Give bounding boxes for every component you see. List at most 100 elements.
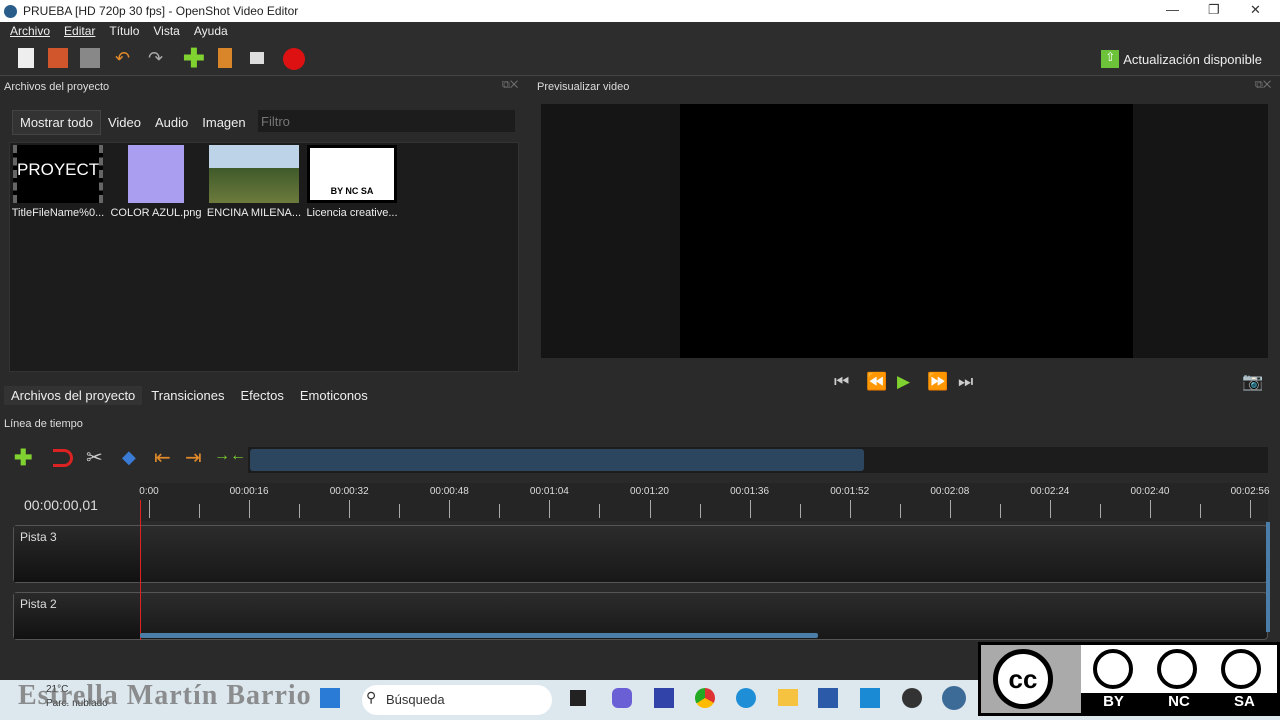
save-project-icon[interactable]: [80, 48, 100, 68]
project-files-list: PROYECT TitleFileName%0... COLOR AZUL.pn…: [9, 142, 519, 372]
file-explorer-icon[interactable]: [778, 689, 798, 706]
export-video-icon[interactable]: [283, 48, 305, 70]
playhead-line[interactable]: [140, 500, 141, 640]
menu-archivo[interactable]: Archivo: [10, 24, 50, 38]
file-name: TitleFileName%0...: [11, 207, 105, 219]
edge-icon[interactable]: [736, 688, 756, 708]
track-name: Pista 3: [20, 530, 57, 544]
ruler-tick: [699, 504, 701, 518]
file-filter-tabs: Mostrar todo Video Audio Imagen: [12, 110, 253, 135]
fullscreen-icon[interactable]: [250, 52, 264, 64]
add-marker-icon[interactable]: ◆: [122, 447, 136, 468]
sharealike-icon: [1221, 649, 1261, 689]
tab-audio[interactable]: Audio: [148, 111, 195, 134]
color-thumbnail: [128, 145, 184, 203]
ruler-label: 00:00:16: [229, 486, 269, 497]
file-item[interactable]: BY NC SA Licencia creative...: [304, 145, 400, 219]
menu-titulo[interactable]: Título: [109, 24, 139, 38]
ruler-tick: [599, 504, 601, 518]
timeline-ruler[interactable]: 0:00 00:00:16 00:00:32 00:00:48 00:01:04 00:0…: [139, 483, 1270, 521]
panel-float-close-icon[interactable]: ⧉✕: [502, 79, 518, 92]
menu-editar[interactable]: Editar: [64, 24, 95, 38]
jump-end-icon[interactable]: ⏭: [958, 372, 973, 392]
watermark-text: Estrella Martín Barrio: [18, 680, 312, 711]
update-arrow-icon: ⇧: [1101, 50, 1120, 68]
update-available-button[interactable]: ⇧ Actualización disponible: [1101, 50, 1262, 68]
play-icon[interactable]: ▶: [897, 372, 910, 392]
ruler-tick: [249, 500, 251, 518]
ruler-label: 00:01:52: [830, 486, 870, 497]
choose-profile-icon[interactable]: [218, 48, 232, 68]
ruler-tick: [299, 504, 301, 518]
preview-float-close-icon[interactable]: ⧉✕: [1255, 79, 1271, 92]
vertical-scrollbar[interactable]: [1266, 522, 1270, 632]
menu-vista[interactable]: Vista: [153, 24, 179, 38]
app-icon[interactable]: [654, 688, 674, 708]
ruler-tick: [499, 504, 501, 518]
word-icon[interactable]: [818, 688, 838, 708]
minimize-button[interactable]: —: [1166, 2, 1179, 17]
search-box[interactable]: Búsqueda: [362, 685, 552, 715]
add-track-icon[interactable]: ✚: [14, 445, 32, 471]
ruler-label: 0:00: [139, 486, 159, 497]
next-marker-icon[interactable]: ⇥: [185, 445, 202, 470]
cc-nc-label: NC: [1168, 693, 1190, 710]
tab-emojis[interactable]: Emoticonos: [293, 386, 375, 405]
ruler-tick: [749, 500, 751, 518]
tab-image[interactable]: Imagen: [195, 111, 252, 134]
tab-project-files[interactable]: Archivos del proyecto: [4, 386, 143, 405]
ruler-tick: [349, 500, 351, 518]
horizontal-scrollbar[interactable]: [140, 633, 818, 638]
filter-input[interactable]: [258, 110, 515, 132]
menu-ayuda[interactable]: Ayuda: [194, 24, 228, 38]
fast-forward-icon[interactable]: ⏩: [927, 372, 948, 392]
main-toolbar: ↶ ↷ ✚ ⇧ Actualización disponible: [0, 40, 1280, 76]
app-logo-icon: [4, 4, 17, 18]
ruler-tick: [1250, 500, 1252, 518]
current-time: 00:00:00,01: [24, 497, 98, 513]
ruler-label: 00:02:40: [1130, 486, 1170, 497]
import-files-icon[interactable]: ✚: [183, 43, 205, 73]
track-row[interactable]: Pista 3: [13, 525, 1268, 583]
file-item[interactable]: PROYECT TitleFileName%0...: [10, 145, 106, 219]
camera-icon[interactable]: 📷: [1242, 372, 1263, 392]
tab-video[interactable]: Video: [101, 111, 148, 134]
cc-icon: cc: [993, 649, 1053, 709]
center-playhead-icon[interactable]: →←: [214, 447, 246, 465]
openshot-taskbar-icon[interactable]: [942, 686, 966, 710]
open-project-icon[interactable]: [48, 48, 68, 68]
razor-icon[interactable]: ✂: [86, 445, 103, 470]
previous-marker-icon[interactable]: ⇤: [154, 445, 171, 470]
file-item[interactable]: ENCINA MILENA...: [206, 145, 302, 219]
file-item[interactable]: COLOR AZUL.png: [108, 145, 204, 219]
close-button[interactable]: ✕: [1250, 2, 1261, 18]
jump-start-icon[interactable]: ⏮: [834, 372, 849, 392]
task-view-icon[interactable]: [570, 690, 586, 706]
redo-icon[interactable]: ↷: [148, 48, 168, 68]
ruler-tick: [199, 504, 200, 518]
ruler-tick: [899, 504, 901, 518]
ruler-tick: [849, 500, 851, 518]
new-project-icon[interactable]: [18, 48, 34, 68]
mail-icon[interactable]: [860, 688, 880, 708]
tab-effects[interactable]: Efectos: [234, 386, 291, 405]
ruler-tick: [399, 504, 401, 518]
ruler-label: 00:02:08: [930, 486, 970, 497]
tab-show-all[interactable]: Mostrar todo: [12, 110, 101, 135]
ruler-label: 00:02:56: [1230, 486, 1270, 497]
teams-icon[interactable]: [612, 688, 632, 708]
rewind-icon[interactable]: ⏪: [866, 372, 887, 392]
chrome-icon[interactable]: [695, 688, 715, 708]
ruler-tick: [999, 504, 1001, 518]
timeline-zoom-handle[interactable]: [250, 449, 864, 471]
tab-transitions[interactable]: Transiciones: [144, 386, 231, 405]
ruler-label: 00:00:48: [429, 486, 469, 497]
project-files-title: Archivos del proyecto: [4, 81, 110, 93]
cc-by-label: BY: [1103, 693, 1124, 710]
track-name: Pista 2: [20, 597, 57, 611]
snapping-icon[interactable]: [53, 449, 73, 467]
maximize-button[interactable]: ❐: [1208, 2, 1220, 18]
windows-start-icon[interactable]: [320, 688, 340, 708]
obs-icon[interactable]: [902, 688, 922, 708]
undo-icon[interactable]: ↶: [115, 48, 135, 68]
